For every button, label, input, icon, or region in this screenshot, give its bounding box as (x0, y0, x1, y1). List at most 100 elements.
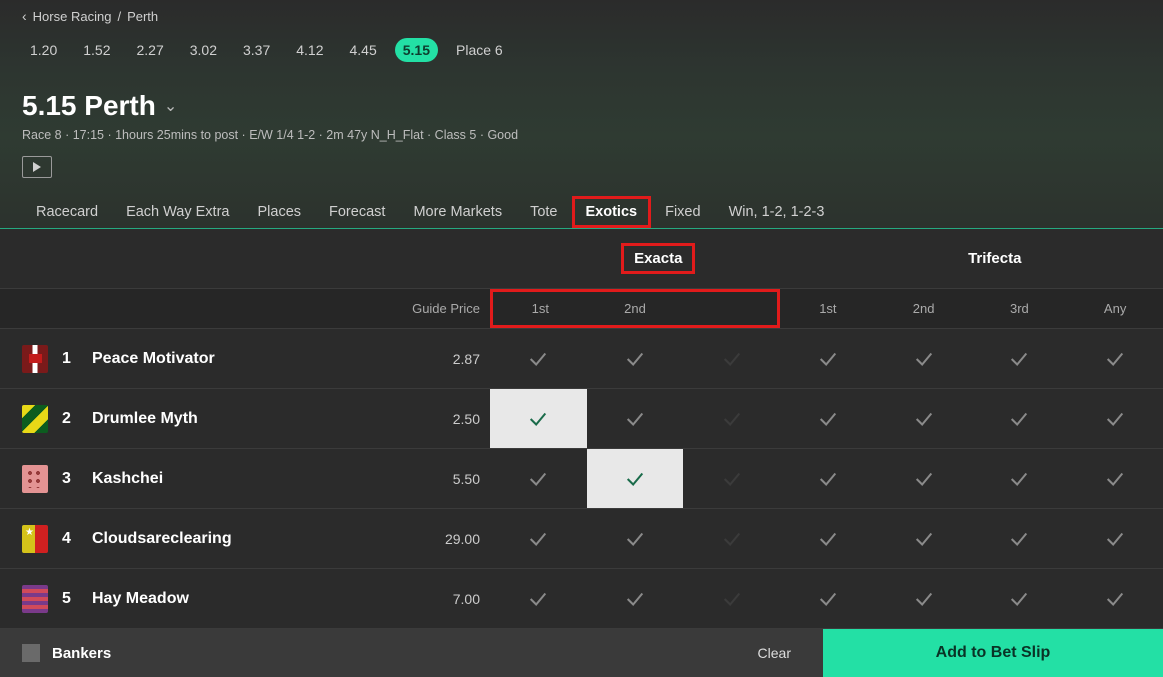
check-icon (817, 528, 839, 550)
selection-trifecta-any[interactable] (1067, 509, 1163, 568)
silk-icon (22, 465, 48, 493)
tab-forecast[interactable]: Forecast (315, 196, 399, 228)
col-exacta-2nd: 2nd (588, 292, 683, 325)
check-icon (1008, 528, 1030, 550)
selection-trifecta-any[interactable] (1067, 569, 1163, 628)
runner-name[interactable]: Kashchei (92, 470, 163, 488)
place-label[interactable]: Place 6 (456, 42, 503, 58)
time-pill[interactable]: 3.37 (235, 38, 278, 62)
time-pill[interactable]: 1.20 (22, 38, 65, 62)
add-to-bet-slip-button[interactable]: Add to Bet Slip (823, 629, 1163, 677)
check-icon (721, 408, 743, 430)
exacta-header[interactable]: Exacta (490, 229, 827, 288)
column-header-row: Guide Price 1st 2nd 1st 2nd 3rd Any (0, 288, 1163, 329)
time-pill[interactable]: 5.15 (395, 38, 438, 62)
selection-trifecta-1[interactable] (780, 389, 876, 448)
check-icon (913, 468, 935, 490)
check-icon (527, 408, 549, 430)
runner-name[interactable]: Cloudsareclearing (92, 530, 232, 548)
silk-icon (22, 345, 48, 373)
selection-trifecta-any[interactable] (1067, 389, 1163, 448)
check-icon (527, 468, 549, 490)
check-icon (1104, 528, 1126, 550)
check-icon (624, 408, 646, 430)
selection-trifecta-1[interactable] (780, 329, 876, 388)
selection-exacta-1[interactable] (490, 509, 587, 568)
runner-row: 1Peace Motivator2.87 (0, 329, 1163, 389)
chevron-down-icon[interactable]: ⌄ (164, 96, 177, 116)
guide-price: 2.87 (410, 329, 490, 388)
race-subtitle: Race 8 · 17:15 · 1hours 25mins to post ·… (22, 128, 1141, 142)
trifecta-header[interactable]: Trifecta (827, 229, 1163, 288)
selection-exacta-1[interactable] (490, 329, 587, 388)
tab-places[interactable]: Places (243, 196, 315, 228)
selection-exacta-1[interactable] (490, 569, 587, 628)
clear-button[interactable]: Clear (726, 629, 823, 677)
selection-trifecta-any[interactable] (1067, 329, 1163, 388)
check-icon (624, 528, 646, 550)
tab-racecard[interactable]: Racecard (22, 196, 112, 228)
check-icon (913, 348, 935, 370)
selection-exacta-2[interactable] (587, 389, 684, 448)
time-pill[interactable]: 2.27 (129, 38, 172, 62)
selection-trifecta-2[interactable] (876, 329, 972, 388)
guide-price: 29.00 (410, 509, 490, 568)
selection-trifecta-2[interactable] (876, 569, 972, 628)
exotic-type-header: Exacta Trifecta (0, 229, 1163, 288)
selection-trifecta-1[interactable] (780, 509, 876, 568)
check-icon (1104, 588, 1126, 610)
tab-exotics[interactable]: Exotics (572, 196, 652, 228)
selection-exacta-2[interactable] (587, 329, 684, 388)
selection-trifecta-any[interactable] (1067, 449, 1163, 508)
runner-name[interactable]: Peace Motivator (92, 350, 215, 368)
time-pill[interactable]: 1.52 (75, 38, 118, 62)
selection-exacta-2[interactable] (587, 509, 684, 568)
runner-name[interactable]: Drumlee Myth (92, 410, 198, 428)
check-icon (817, 468, 839, 490)
guide-price: 7.00 (410, 569, 490, 628)
selection-exacta-any (683, 449, 780, 508)
selection-trifecta-2[interactable] (876, 449, 972, 508)
bankers-checkbox[interactable] (22, 644, 40, 662)
tab-more-markets[interactable]: More Markets (399, 196, 516, 228)
check-icon (913, 528, 935, 550)
runner-name[interactable]: Hay Meadow (92, 590, 189, 608)
selection-exacta-1[interactable] (490, 449, 587, 508)
tab-tote[interactable]: Tote (516, 196, 571, 228)
tab-fixed[interactable]: Fixed (651, 196, 714, 228)
selection-exacta-any (683, 569, 780, 628)
video-button[interactable] (22, 156, 52, 178)
check-icon (721, 348, 743, 370)
tab-each-way-extra[interactable]: Each Way Extra (112, 196, 243, 228)
silk-icon (22, 525, 48, 553)
selection-exacta-any (683, 329, 780, 388)
check-icon (527, 528, 549, 550)
time-pill[interactable]: 4.12 (288, 38, 331, 62)
selection-exacta-2[interactable] (587, 449, 684, 508)
selection-trifecta-1[interactable] (780, 569, 876, 628)
runner-number: 5 (62, 590, 78, 608)
selection-trifecta-3[interactable] (972, 569, 1068, 628)
race-title: 5.15 Perth (22, 90, 156, 122)
check-icon (1104, 348, 1126, 370)
time-pill[interactable]: 4.45 (342, 38, 385, 62)
tab-win-1-2-1-2-3[interactable]: Win, 1-2, 1-2-3 (715, 196, 839, 228)
selection-exacta-2[interactable] (587, 569, 684, 628)
check-icon (817, 588, 839, 610)
footer-bar: Bankers Clear Add to Bet Slip (0, 629, 1163, 677)
col-trifecta-3rd: 3rd (972, 289, 1068, 328)
time-pill[interactable]: 3.02 (182, 38, 225, 62)
selection-trifecta-3[interactable] (972, 509, 1068, 568)
check-icon (624, 588, 646, 610)
selection-trifecta-3[interactable] (972, 389, 1068, 448)
selection-trifecta-2[interactable] (876, 389, 972, 448)
selection-trifecta-3[interactable] (972, 329, 1068, 388)
selection-exacta-1[interactable] (490, 389, 587, 448)
selection-trifecta-3[interactable] (972, 449, 1068, 508)
breadcrumb[interactable]: ‹ Horse Racing / Perth (22, 8, 1141, 24)
selection-trifecta-1[interactable] (780, 449, 876, 508)
guide-price: 2.50 (410, 389, 490, 448)
check-icon (817, 408, 839, 430)
check-icon (1008, 348, 1030, 370)
selection-trifecta-2[interactable] (876, 509, 972, 568)
